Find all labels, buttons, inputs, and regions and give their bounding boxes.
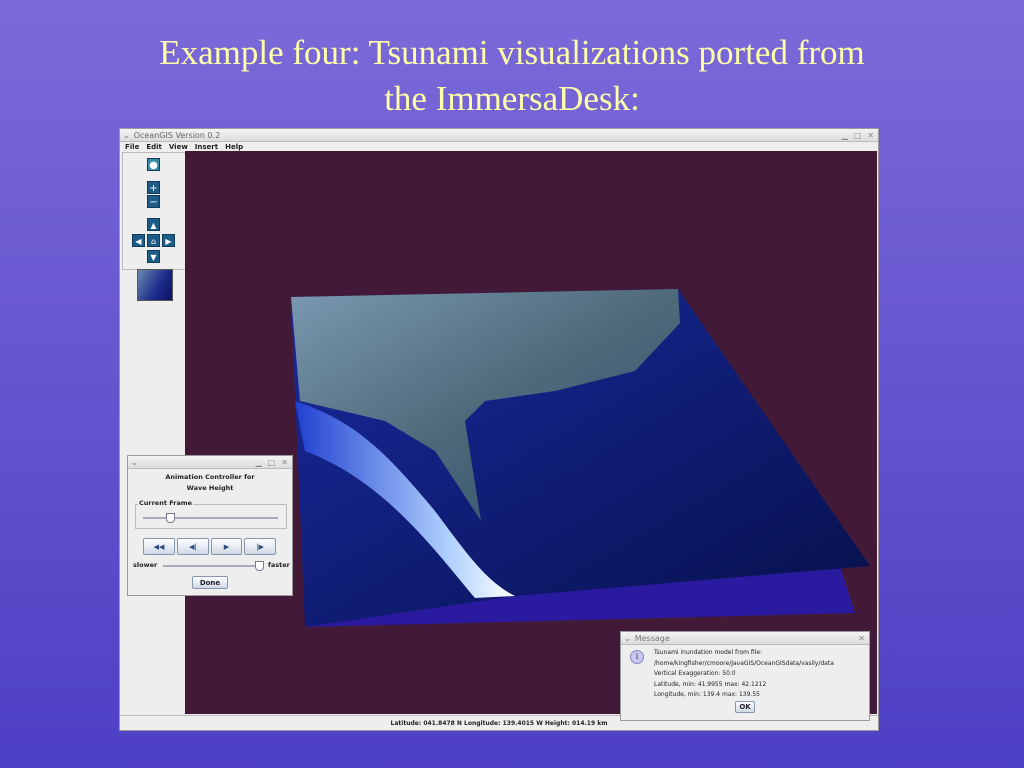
tsunami-terrain: [291, 289, 870, 627]
window-menu-icon[interactable]: ⌄: [624, 634, 631, 643]
slide-title: Example four: Tsunami visualizations por…: [0, 30, 1024, 122]
message-title: Message: [634, 633, 670, 643]
slower-label: slower: [133, 561, 158, 569]
speed-slider-thumb[interactable]: [255, 561, 265, 571]
window-menu-icon[interactable]: ⌄: [123, 131, 130, 140]
frame-slider-thumb[interactable]: [166, 513, 175, 523]
message-body: Tsunami inundation model from file: /hom…: [654, 648, 834, 701]
anim-heading: Animation Controller for Wave Height: [128, 472, 292, 494]
zoom-in-button[interactable]: +: [147, 181, 160, 194]
close-icon[interactable]: ✕: [867, 131, 874, 140]
anim-heading-line2: Wave Height: [186, 484, 234, 492]
zoom-out-button[interactable]: −: [147, 195, 160, 208]
message-line: Tsunami inundation model from file:: [654, 649, 763, 656]
close-icon[interactable]: ✕: [858, 634, 865, 643]
nav-toolbar: ● + − ▲ ◀ ⌂ ▶ ▼: [122, 152, 186, 270]
rewind-button[interactable]: ◀◀: [143, 538, 175, 555]
info-icon: i: [630, 650, 644, 664]
step-back-button[interactable]: ◀|: [177, 538, 209, 555]
done-button[interactable]: Done: [192, 576, 228, 589]
menu-help[interactable]: Help: [225, 143, 243, 151]
globe-button[interactable]: ●: [147, 158, 160, 171]
window-title: OceanGIS Version 0.2: [133, 130, 221, 140]
title-line-2: the ImmersaDesk:: [384, 79, 640, 118]
step-forward-button[interactable]: |▶: [244, 538, 276, 555]
anim-title-bar[interactable]: ⌄ ▁ □ ✕: [128, 456, 292, 469]
minimize-icon[interactable]: ▁: [256, 458, 262, 467]
anim-heading-line1: Animation Controller for: [165, 473, 255, 481]
message-dialog: ⌄ Message ✕ i Tsunami inundation model fro…: [620, 631, 870, 721]
current-frame-label: Current Frame: [138, 499, 194, 507]
current-frame-group: Current Frame: [135, 499, 287, 529]
menu-view[interactable]: View: [169, 143, 188, 151]
message-line: Latitude, min: 41.9955 max: 42.1212: [654, 680, 767, 688]
menu-edit[interactable]: Edit: [146, 143, 162, 151]
home-button[interactable]: ⌂: [147, 234, 160, 247]
message-line: /home/kingfisher/cmoore/JavaGIS/OceanGIS…: [654, 659, 834, 667]
message-line: Vertical Exaggeration: 50.0: [654, 670, 736, 677]
maximize-icon[interactable]: □: [854, 131, 862, 140]
title-line-1: Example four: Tsunami visualizations por…: [159, 33, 865, 72]
maximize-icon[interactable]: □: [268, 458, 276, 467]
pan-up-button[interactable]: ▲: [147, 218, 160, 231]
status-text: Latitude: 041.8478 N Longitude: 139.4015…: [390, 720, 608, 727]
animation-controller-dialog: ⌄ ▁ □ ✕ Animation Controller for Wave Height…: [127, 455, 293, 596]
pan-right-button[interactable]: ▶: [162, 234, 175, 247]
menu-insert[interactable]: Insert: [195, 143, 218, 151]
3d-viewport[interactable]: [185, 151, 877, 714]
play-button[interactable]: ▶: [211, 538, 242, 555]
close-icon[interactable]: ✕: [281, 458, 288, 467]
pan-left-button[interactable]: ◀: [132, 234, 145, 247]
message-title-bar[interactable]: ⌄ Message ✕: [621, 632, 869, 645]
message-line: Longitude, min: 139.4 max: 139.55: [654, 691, 760, 698]
menu-file[interactable]: File: [125, 143, 139, 151]
minimize-icon[interactable]: ▁: [842, 131, 848, 140]
frame-slider-track[interactable]: [143, 517, 278, 519]
pan-down-button[interactable]: ▼: [147, 250, 160, 263]
window-menu-icon[interactable]: ⌄: [131, 458, 138, 467]
speed-slider-track[interactable]: [163, 565, 261, 567]
faster-label: faster: [268, 561, 290, 569]
title-bar[interactable]: ⌄ OceanGIS Version 0.2 ▁ □ ✕: [120, 129, 878, 142]
overview-thumbnail[interactable]: [137, 269, 173, 301]
ok-button[interactable]: OK: [735, 701, 755, 713]
